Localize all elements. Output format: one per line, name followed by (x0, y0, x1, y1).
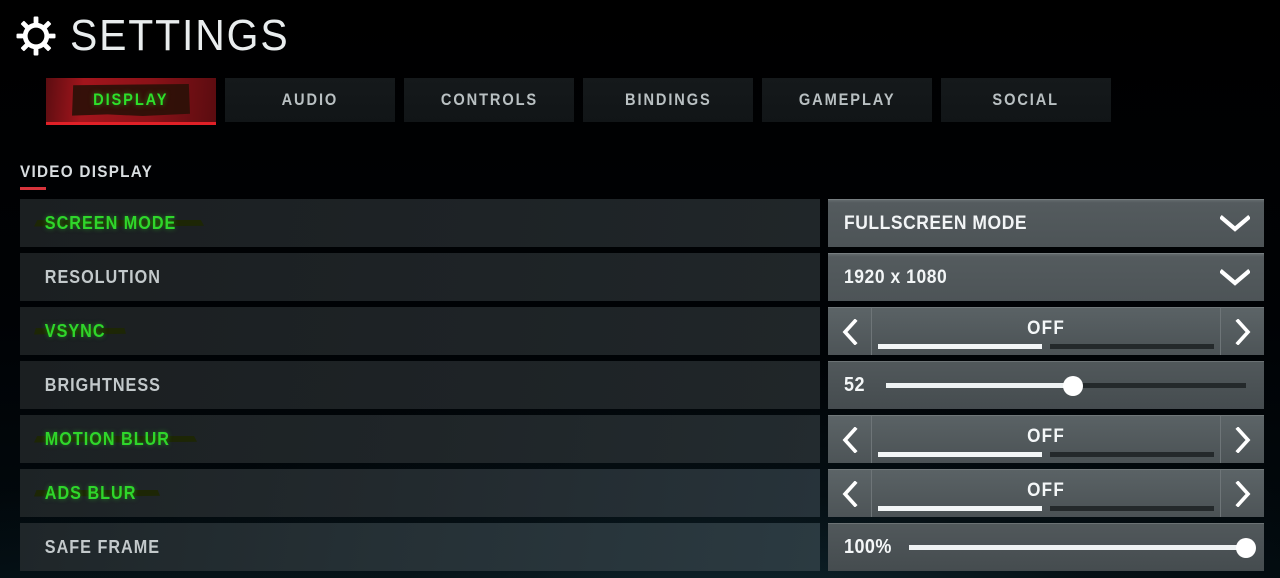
stepper-value: OFF (1027, 317, 1065, 339)
tab-label: BINDINGS (624, 90, 712, 109)
chevron-right-icon[interactable] (1220, 308, 1264, 355)
tab-label: SOCIAL (992, 90, 1060, 109)
settings-tabs: DISPLAY AUDIO CONTROLS BINDINGS GAMEPLAY SOCI… (46, 78, 1111, 125)
slider-value: 52 (844, 374, 865, 396)
section-underline (20, 187, 46, 190)
setting-label: BRIGHTNESS (44, 374, 161, 395)
dropdown-value: FULLSCREEN MODE (844, 212, 1028, 234)
tab-bindings[interactable]: BINDINGS (583, 78, 753, 122)
slider-track[interactable] (909, 537, 1256, 558)
stepper-vsync: OFF (828, 307, 1264, 355)
chevron-right-icon[interactable] (1220, 470, 1264, 517)
setting-label: ADS BLUR (44, 482, 137, 503)
setting-control-vsync: OFF (828, 307, 1264, 355)
chevron-left-icon[interactable] (828, 308, 872, 355)
setting-label: MOTION BLUR (44, 428, 170, 449)
stepper-segment (878, 506, 1042, 511)
setting-row-ads-blur: ADS BLUR OFF (0, 469, 1280, 517)
setting-row-screen-mode: SCREEN MODE FULLSCREEN MODE (0, 199, 1280, 247)
stepper-segment (878, 344, 1042, 349)
setting-row-resolution: RESOLUTION 1920 x 1080 (0, 253, 1280, 301)
setting-label-wrap: BRIGHTNESS (34, 375, 187, 396)
setting-control-brightness: 52 (828, 361, 1264, 409)
page-header: SETTINGS (16, 8, 306, 64)
slider-value: 100% (844, 536, 892, 558)
tab-label: DISPLAY (93, 90, 169, 109)
setting-label-wrap: RESOLUTION (34, 267, 187, 288)
setting-control-screen-mode: FULLSCREEN MODE (828, 199, 1264, 247)
dropdown-screen-mode[interactable]: FULLSCREEN MODE (828, 199, 1264, 247)
setting-label-wrap: VSYNC (34, 321, 126, 342)
slider-fill (909, 545, 1246, 550)
chevron-right-icon[interactable] (1220, 416, 1264, 463)
tab-label: CONTROLS (440, 90, 538, 109)
setting-label-wrap: SAFE FRAME (34, 537, 186, 558)
setting-label-wrap: MOTION BLUR (34, 429, 197, 450)
stepper-segment (1050, 452, 1214, 457)
setting-label-container-vsync[interactable]: VSYNC (20, 307, 820, 355)
tab-social[interactable]: SOCIAL (941, 78, 1111, 122)
tab-gameplay[interactable]: GAMEPLAY (762, 78, 932, 122)
settings-rows: SCREEN MODE FULLSCREEN MODE RESOLUTION 1920… (0, 199, 1280, 577)
setting-label: RESOLUTION (44, 266, 161, 287)
setting-label: VSYNC (44, 320, 106, 341)
dropdown-value: 1920 x 1080 (844, 266, 948, 288)
setting-row-vsync: VSYNC OFF (0, 307, 1280, 355)
tab-controls[interactable]: CONTROLS (404, 78, 574, 122)
chevron-left-icon[interactable] (828, 416, 872, 463)
stepper-segment (1050, 344, 1214, 349)
tab-label: AUDIO (281, 90, 339, 109)
section-title: VIDEO DISPLAY (20, 162, 154, 181)
setting-control-resolution: 1920 x 1080 (828, 253, 1264, 301)
section-header: VIDEO DISPLAY (20, 162, 168, 190)
stepper-value: OFF (1027, 479, 1065, 501)
stepper-ads-blur: OFF (828, 469, 1264, 517)
setting-control-ads-blur: OFF (828, 469, 1264, 517)
stepper-segment (1050, 506, 1214, 511)
chevron-left-icon[interactable] (828, 470, 872, 517)
setting-row-safe-frame: SAFE FRAME 100% (0, 523, 1280, 571)
slider-brightness[interactable]: 52 (828, 361, 1264, 409)
setting-label: SAFE FRAME (44, 536, 160, 557)
stepper-motion-blur: OFF (828, 415, 1264, 463)
dropdown-resolution[interactable]: 1920 x 1080 (828, 253, 1264, 301)
setting-row-brightness: BRIGHTNESS 52 (0, 361, 1280, 409)
setting-label-container-screen-mode[interactable]: SCREEN MODE (20, 199, 820, 247)
slider-knob[interactable] (1236, 537, 1256, 558)
slider-fill (886, 383, 1074, 388)
setting-label-container-resolution[interactable]: RESOLUTION (20, 253, 820, 301)
stepper-body[interactable]: OFF (872, 416, 1220, 463)
setting-label-wrap: SCREEN MODE (34, 213, 204, 234)
stepper-body[interactable]: OFF (872, 470, 1220, 517)
tab-display[interactable]: DISPLAY (46, 78, 216, 125)
setting-label-wrap: ADS BLUR (34, 483, 160, 504)
gear-icon (16, 16, 56, 56)
page-title: SETTINGS (70, 11, 290, 60)
slider-track[interactable] (886, 375, 1246, 396)
setting-row-motion-blur: MOTION BLUR OFF (0, 415, 1280, 463)
setting-label-container-brightness[interactable]: BRIGHTNESS (20, 361, 820, 409)
slider-knob[interactable] (1063, 375, 1084, 396)
stepper-segments (878, 344, 1214, 349)
setting-label-container-motion-blur[interactable]: MOTION BLUR (20, 415, 820, 463)
setting-label: SCREEN MODE (44, 212, 177, 233)
setting-label-container-ads-blur[interactable]: ADS BLUR (20, 469, 820, 517)
chevron-down-icon (1220, 268, 1250, 287)
stepper-segments (878, 506, 1214, 511)
slider-safe-frame[interactable]: 100% (828, 523, 1264, 571)
chevron-down-icon (1220, 214, 1250, 233)
stepper-segments (878, 452, 1214, 457)
stepper-value: OFF (1027, 425, 1065, 447)
settings-screen: SETTINGS DISPLAY AUDIO CONTROLS BINDINGS GAM… (0, 0, 1280, 578)
setting-label-container-safe-frame[interactable]: SAFE FRAME (20, 523, 820, 571)
stepper-body[interactable]: OFF (872, 308, 1220, 355)
setting-control-safe-frame: 100% (828, 523, 1264, 571)
setting-control-motion-blur: OFF (828, 415, 1264, 463)
stepper-segment (878, 452, 1042, 457)
tab-label: GAMEPLAY (798, 90, 896, 109)
tab-audio[interactable]: AUDIO (225, 78, 395, 122)
